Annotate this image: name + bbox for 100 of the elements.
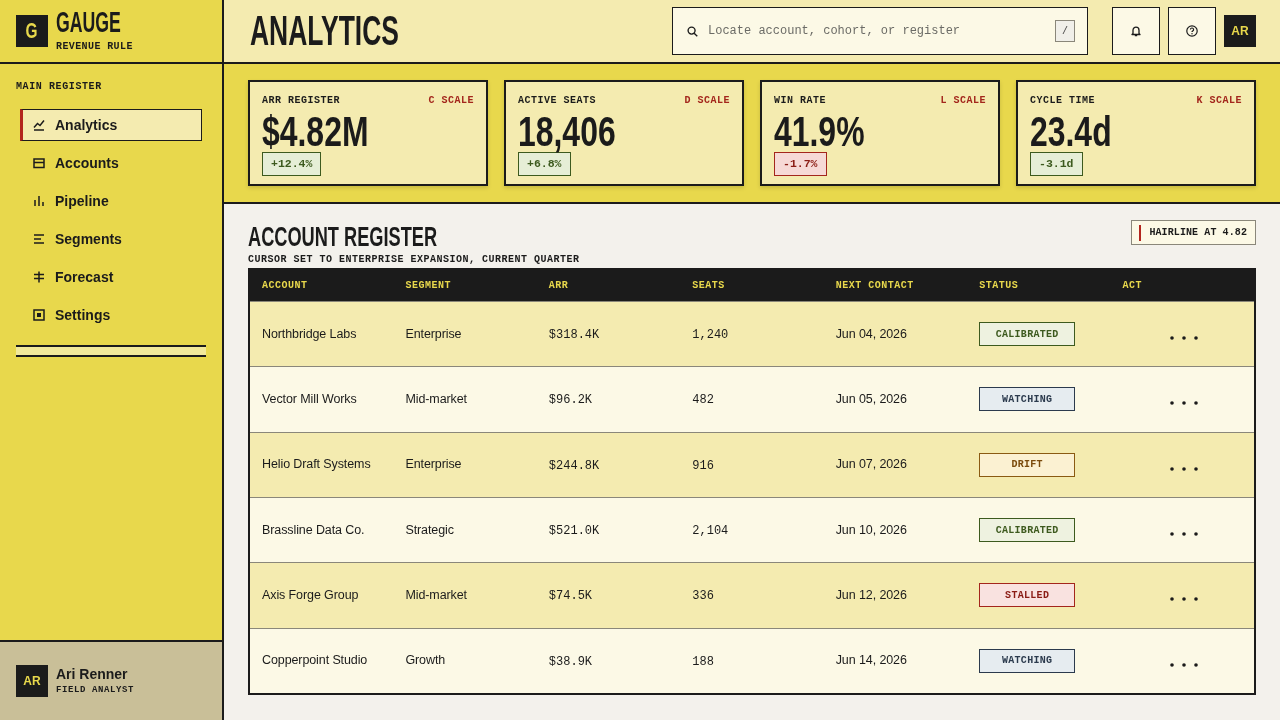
hairline-icon: [1139, 224, 1142, 241]
table-cell-text: $74.5K: [547, 588, 594, 606]
line-chart-icon: [33, 119, 45, 131]
table-row[interactable]: Brassline Data Co. Strategic $521.0K 2,104 Jun 10, 2026 CALIBRATED: [250, 497, 1254, 563]
status-badge: DRIFT: [979, 452, 1076, 477]
table-cell-text: 482: [691, 392, 715, 410]
more-icon: [1169, 662, 1198, 667]
table-cell-text: Jun 12, 2026: [834, 587, 908, 605]
sidebar-item[interactable]: Segments: [20, 223, 202, 255]
table-row[interactable]: Vector Mill Works Mid-market $96.2K 482 Jun 05, 2026 WATCHING: [250, 366, 1254, 432]
table-cell-text: $521.0K: [547, 523, 601, 541]
user-name: Ari Renner: [56, 666, 129, 682]
kpi-value: 41.9%: [774, 112, 865, 152]
table-cell-text: Strategic: [404, 521, 455, 539]
table-cell-text: Mid-market: [404, 391, 468, 409]
table-cell-text: 916: [691, 457, 715, 475]
kpi-label: ACTIVE SEATS: [518, 94, 596, 108]
search-input[interactable]: Locate account, cohort, or register: [708, 22, 1045, 40]
bar-chart-icon: [33, 195, 45, 207]
table-cell-text: Brassline Data Co.: [261, 521, 366, 539]
table-cell-text: Jun 04, 2026: [834, 325, 908, 343]
kpi-label: ARR REGISTER: [262, 94, 340, 108]
status-badge: WATCHING: [979, 648, 1076, 673]
table-cell-text: Enterprise: [404, 456, 463, 474]
more-icon: [1169, 336, 1198, 341]
nested-square-icon: [33, 309, 45, 321]
shortcut-key: /: [1055, 20, 1075, 42]
status-badge: STALLED: [979, 583, 1076, 608]
sidebar-item[interactable]: Accounts: [20, 147, 202, 179]
search-icon: [687, 25, 698, 37]
delta-badge: +12.4%: [262, 152, 322, 176]
table-cell-text: Growth: [404, 652, 447, 670]
brand-logo: G: [16, 15, 48, 47]
more-icon: [1169, 401, 1198, 406]
sidebar-item[interactable]: Pipeline: [20, 185, 202, 217]
table-cell-text: $96.2K: [547, 392, 594, 410]
status-badge: CALIBRATED: [979, 322, 1076, 347]
delta-badge: +6.8%: [518, 152, 571, 176]
bell-icon: [1130, 25, 1142, 37]
table-cell-text: Mid-market: [404, 587, 468, 605]
kpi-scale: D SCALE: [684, 94, 730, 108]
kpi-value: 23.4d: [1030, 112, 1112, 152]
user-avatar: AR: [16, 665, 48, 697]
status-badge: WATCHING: [979, 387, 1076, 412]
help-button[interactable]: [1168, 7, 1216, 55]
column-header: SEATS: [691, 279, 726, 293]
column-header: STATUS: [978, 279, 1020, 293]
crossbar-icon: [33, 271, 45, 283]
kpi-value: $4.82M: [262, 112, 369, 152]
sidebar-item[interactable]: Forecast: [20, 261, 202, 293]
delta-badge: -1.7%: [774, 152, 827, 176]
table-cell-text: 2,104: [691, 523, 730, 541]
table-cell-text: Jun 07, 2026: [834, 456, 908, 474]
help-icon: [1186, 25, 1198, 37]
table-row[interactable]: Helio Draft Systems Enterprise $244.8K 916 Jun 07, 2026 DRIFT: [250, 431, 1254, 497]
kpi-label: WIN RATE: [774, 94, 826, 108]
section-subtitle: CURSOR SET TO ENTERPRISE EXPANSION, CURRENT QUARTER: [248, 254, 580, 266]
section-label: MAIN REGISTER: [15, 80, 103, 94]
table-cell-text: $244.8K: [547, 457, 601, 475]
table-cell-text: Copperpoint Studio: [261, 652, 369, 670]
profile-avatar[interactable]: AR: [1224, 15, 1256, 47]
kpi-label: CYCLE TIME: [1030, 94, 1095, 108]
table-row[interactable]: Axis Forge Group Mid-market $74.5K 336 Jun 12, 2026 STALLED: [250, 562, 1254, 628]
table-cell-text: $318.4K: [547, 327, 601, 345]
search-field[interactable]: Locate account, cohort, or register /: [672, 7, 1088, 55]
table-cell-text: Axis Forge Group: [261, 587, 360, 605]
more-icon: [1169, 466, 1198, 471]
table-cell-text: 1,240: [691, 327, 730, 345]
lines-icon: [33, 233, 45, 245]
column-header: SEGMENT: [404, 279, 452, 293]
section-title: ACCOUNT REGISTER: [248, 220, 438, 254]
hairline-label: HAIRLINE AT 4.82: [1149, 226, 1247, 240]
sidebar-item[interactable]: Settings: [20, 299, 202, 331]
more-icon: [1169, 532, 1198, 537]
panel-icon: [33, 157, 45, 169]
table-cell-text: Enterprise: [404, 325, 463, 343]
more-icon: [1169, 597, 1198, 602]
sidebar-item[interactable]: Analytics: [20, 109, 202, 141]
table-cell-text: Helio Draft Systems: [261, 456, 372, 474]
table-row[interactable]: Northbridge Labs Enterprise $318.4K 1,240 Jun 04, 2026 CALIBRATED: [250, 301, 1254, 367]
column-header: ACCOUNT: [261, 279, 309, 293]
table-cell-text: Vector Mill Works: [261, 391, 358, 409]
table-cell-text: $38.9K: [547, 653, 594, 671]
delta-badge: -3.1d: [1030, 152, 1083, 176]
brand-name: GAUGE: [56, 9, 121, 35]
table-cell-text: Jun 05, 2026: [834, 391, 908, 409]
notifications-button[interactable]: [1112, 7, 1160, 55]
kpi-scale: L SCALE: [940, 94, 986, 108]
kpi-scale: C SCALE: [428, 94, 474, 108]
brand-tagline: REVENUE RULE: [56, 41, 134, 53]
table-row[interactable]: Copperpoint Studio Growth $38.9K 188 Jun 14, 2026 WATCHING: [250, 627, 1254, 693]
column-header: NEXT CONTACT: [834, 279, 915, 293]
table-cell-text: Jun 10, 2026: [834, 521, 908, 539]
user-role: FIELD ANALYST: [56, 684, 134, 696]
table-cell-text: Northbridge Labs: [261, 325, 358, 343]
column-header: ACT: [1121, 279, 1144, 293]
page-title: ANALYTICS: [250, 9, 399, 53]
table-cell-text: 188: [691, 653, 715, 671]
kpi-scale: K SCALE: [1196, 94, 1242, 108]
status-badge: CALIBRATED: [979, 518, 1076, 543]
